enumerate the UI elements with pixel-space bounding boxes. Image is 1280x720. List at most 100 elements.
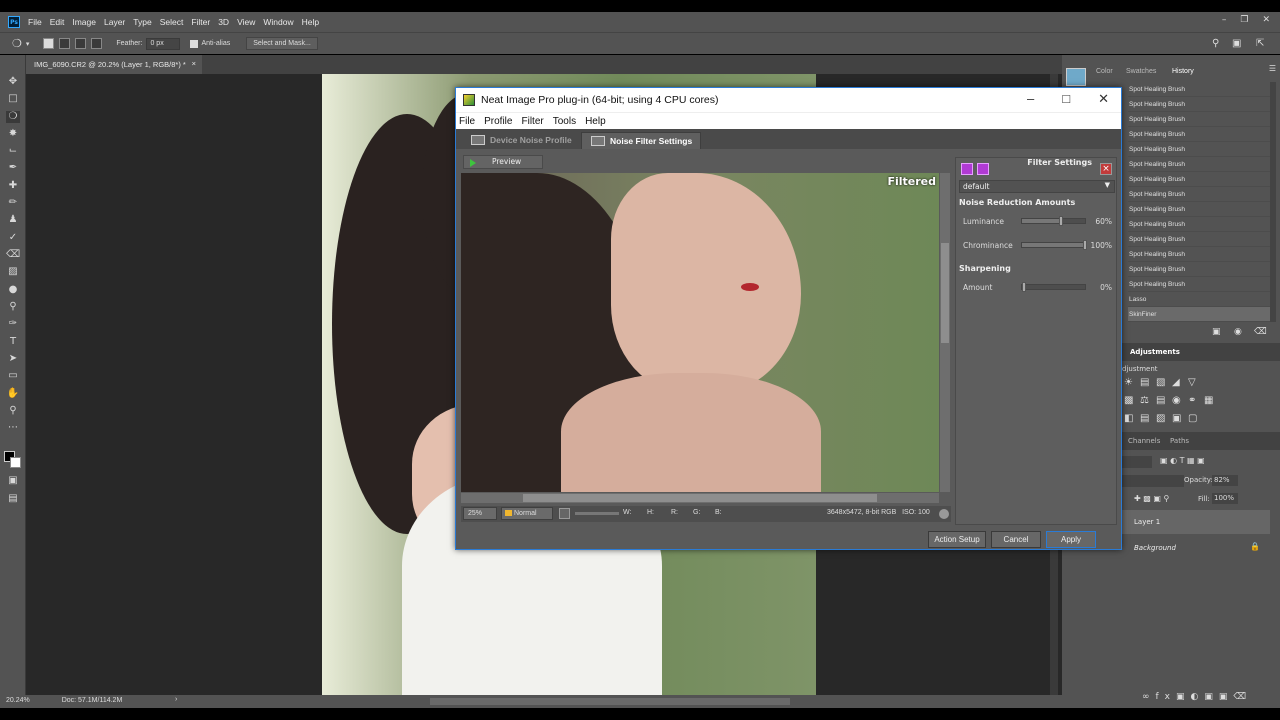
camera-icon[interactable]: ◉ (1234, 327, 1242, 337)
history-item[interactable]: Spot Healing Brush (1128, 127, 1270, 142)
gradient-map-icon[interactable]: ▢ (1188, 413, 1199, 424)
menu-image[interactable]: Image (72, 17, 96, 27)
intersect-selection-icon[interactable] (91, 38, 103, 49)
menu-layer[interactable]: Layer (104, 17, 125, 27)
luminance-slider[interactable] (1021, 216, 1086, 226)
tab-adjustments[interactable]: Adjustments (1130, 348, 1180, 356)
chevron-down-icon[interactable]: ▾ (26, 40, 30, 48)
crop-tool-icon[interactable]: ⌙ (6, 145, 20, 157)
amount-slider[interactable] (1021, 282, 1086, 292)
color-lookup-icon[interactable]: ▦ (1204, 395, 1215, 406)
select-and-mask-button[interactable]: Select and Mask... (246, 37, 318, 50)
zoom-level[interactable]: 20.24% (6, 697, 30, 704)
cancel-button[interactable]: Cancel (991, 531, 1041, 548)
history-item[interactable]: Spot Healing Brush (1128, 97, 1270, 112)
curves-icon[interactable]: ▧ (1156, 377, 1167, 388)
tab-device-noise-profile[interactable]: Device Noise Profile (462, 132, 580, 149)
color-balance-icon[interactable]: ⚖ (1140, 395, 1151, 406)
fill-input[interactable]: 100% (1212, 493, 1238, 504)
hue-icon[interactable]: ▩ (1124, 395, 1135, 406)
eyedropper-tool-icon[interactable]: ✒ (6, 162, 20, 174)
maximize-icon[interactable]: □ (1062, 91, 1070, 107)
panel-menu-icon[interactable]: ☰ (1269, 64, 1276, 73)
lasso-tool-icon[interactable]: ❍ (12, 37, 22, 50)
close-icon[interactable]: × (1100, 163, 1112, 175)
history-item[interactable]: Spot Healing Brush (1128, 157, 1270, 172)
history-item[interactable]: Spot Healing Brush (1128, 262, 1270, 277)
quick-mask-icon[interactable]: ▣ (6, 475, 20, 487)
history-item[interactable]: Spot Healing Brush (1128, 247, 1270, 262)
healing-tool-icon[interactable]: ✚ (6, 180, 20, 192)
tab-paths[interactable]: Paths (1170, 437, 1189, 445)
opacity-input[interactable]: 82% (1212, 475, 1238, 486)
brightness-slider[interactable] (575, 512, 619, 515)
tab-channels[interactable]: Channels (1128, 437, 1160, 445)
history-item[interactable]: Spot Healing Brush (1128, 202, 1270, 217)
tab-swatches[interactable]: Swatches (1126, 68, 1156, 75)
scroll-thumb[interactable] (941, 243, 949, 343)
layer-row-background[interactable]: Background 🔒 (1122, 536, 1270, 560)
more-tools-icon[interactable]: ⋯ (6, 422, 20, 434)
info-icon[interactable] (939, 509, 949, 519)
history-item[interactable]: Spot Healing Brush (1128, 82, 1270, 97)
preview-button[interactable]: Preview (463, 155, 543, 169)
history-item-selected[interactable]: SkinFiner (1128, 307, 1270, 322)
minimize-icon[interactable]: – (1027, 91, 1034, 107)
photo-filter-icon[interactable]: ◉ (1172, 395, 1183, 406)
scroll-thumb[interactable] (523, 494, 877, 502)
canvas-horizontal-scrollbar[interactable] (430, 698, 790, 705)
gradient-tool-icon[interactable]: ▨ (6, 266, 20, 278)
apply-button[interactable]: Apply (1046, 531, 1096, 548)
preview-viewport[interactable]: Filtered (461, 173, 939, 492)
vibrance-icon[interactable]: ▽ (1188, 377, 1199, 388)
history-brush-icon[interactable]: ✓ (6, 232, 20, 244)
selective-color-icon[interactable]: ▣ (1172, 413, 1183, 424)
layer-filter-icons[interactable]: ▣ ◐ T ▦ ▣ (1160, 456, 1205, 465)
menu-file[interactable]: File (28, 17, 42, 27)
move-tool-icon[interactable]: ✥ (6, 76, 20, 88)
preview-horizontal-scrollbar[interactable] (461, 493, 939, 503)
lasso-tool-icon[interactable]: ❍ (6, 111, 20, 123)
posterize-icon[interactable]: ▤ (1140, 413, 1151, 424)
brightness-icon[interactable]: ☀ (1124, 377, 1135, 388)
ni-menu-help[interactable]: Help (585, 116, 606, 127)
menu-select[interactable]: Select (160, 17, 184, 27)
ni-menu-profile[interactable]: Profile (484, 116, 512, 127)
close-icon[interactable]: ✕ (1098, 91, 1109, 107)
zoom-select[interactable]: 25% (463, 507, 497, 520)
lock-icons[interactable]: ✚ ▩ ▣ ⚲ (1134, 494, 1169, 503)
history-item[interactable]: Spot Healing Brush (1128, 277, 1270, 292)
stamp-tool-icon[interactable]: ♟ (6, 214, 20, 226)
menu-filter[interactable]: Filter (191, 17, 210, 27)
action-setup-button[interactable]: Action Setup (928, 531, 986, 548)
ni-menu-file[interactable]: File (459, 116, 475, 127)
blur-tool-icon[interactable]: ● (6, 284, 20, 296)
menu-3d[interactable]: 3D (218, 17, 229, 27)
slider-knob[interactable] (1022, 282, 1026, 292)
layer-row-layer1[interactable]: Layer 1 (1122, 510, 1270, 534)
tab-history[interactable]: History (1166, 63, 1200, 80)
new-document-icon[interactable]: ▣ (1212, 327, 1221, 337)
restore-icon[interactable]: ❐ (1240, 15, 1248, 25)
history-item[interactable]: Spot Healing Brush (1128, 187, 1270, 202)
type-tool-icon[interactable]: T (6, 336, 20, 348)
hand-tool-icon[interactable]: ✋ (6, 388, 20, 400)
ni-menu-tools[interactable]: Tools (553, 116, 576, 127)
slider-knob[interactable] (1083, 240, 1087, 250)
feather-input[interactable]: 0 px (146, 37, 181, 50)
chrominance-slider[interactable] (1021, 240, 1087, 250)
trash-icon[interactable]: ⌫ (1254, 327, 1267, 337)
menu-help[interactable]: Help (302, 17, 319, 27)
path-select-icon[interactable]: ➤ (6, 353, 20, 365)
new-selection-icon[interactable] (43, 38, 55, 49)
close-icon[interactable]: ✕ (1262, 15, 1270, 25)
preview-vertical-scrollbar[interactable] (940, 173, 950, 492)
threshold-icon[interactable]: ▨ (1156, 413, 1167, 424)
slider-knob[interactable] (1059, 216, 1063, 226)
screen-mode-icon[interactable]: ▤ (6, 493, 20, 505)
workspace-icon[interactable]: ▣ (1232, 38, 1241, 49)
menu-view[interactable]: View (237, 17, 255, 27)
menu-edit[interactable]: Edit (50, 17, 65, 27)
dialog-titlebar[interactable]: Neat Image Pro plug-in (64-bit; using 4 … (456, 88, 1121, 112)
marquee-tool-icon[interactable]: □ (6, 93, 20, 105)
